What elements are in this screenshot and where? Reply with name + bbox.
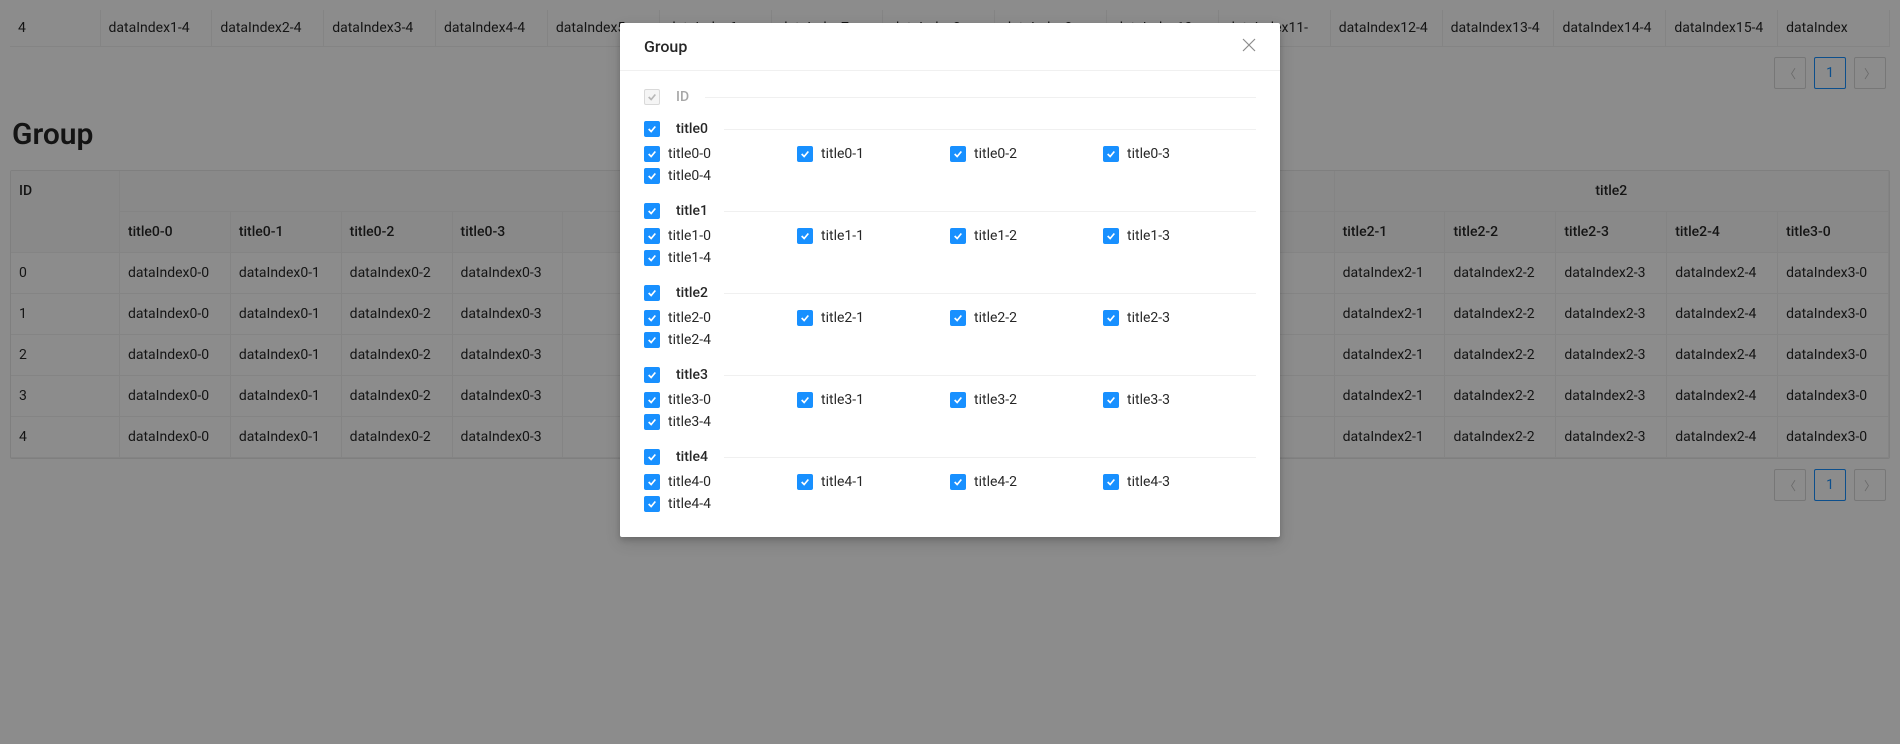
checkbox[interactable] — [644, 332, 660, 348]
checkbox-item[interactable]: title2-3 — [1103, 310, 1256, 326]
checkbox[interactable] — [644, 168, 660, 184]
checkbox[interactable] — [797, 310, 813, 326]
checkbox-item[interactable]: title1-3 — [1103, 228, 1256, 244]
checkbox-label: title2-1 — [821, 310, 864, 326]
checkbox[interactable] — [1103, 228, 1119, 244]
modal-title: Group — [644, 37, 687, 56]
checkbox[interactable] — [1103, 146, 1119, 162]
checkbox-item[interactable]: title1-0 — [644, 228, 797, 244]
checkbox[interactable] — [797, 146, 813, 162]
checkbox-label: title3-4 — [668, 414, 711, 430]
checkbox-group[interactable] — [644, 367, 660, 383]
checkbox-label: title1-2 — [974, 228, 1017, 244]
checkbox-group-label: title4 — [676, 449, 708, 465]
checkbox-label: title0-3 — [1127, 146, 1170, 162]
checkbox[interactable] — [950, 310, 966, 326]
checkbox-item[interactable]: title0-4 — [644, 168, 797, 184]
checkbox-label: title0-0 — [668, 146, 711, 162]
checkbox-label: title3-1 — [821, 392, 864, 408]
checkbox-label: title4-1 — [821, 474, 864, 490]
checkbox-group[interactable] — [644, 285, 660, 301]
checkbox[interactable] — [950, 474, 966, 490]
checkbox-item[interactable]: title2-1 — [797, 310, 950, 326]
checkbox[interactable] — [950, 392, 966, 408]
checkbox[interactable] — [644, 392, 660, 408]
divider — [724, 457, 1256, 458]
checkbox[interactable] — [644, 474, 660, 490]
divider — [724, 211, 1256, 212]
checkbox-label: title1-4 — [668, 250, 711, 266]
divider — [705, 97, 1256, 98]
checkbox-label: title2-0 — [668, 310, 711, 326]
checkbox-id — [644, 89, 660, 105]
checkbox[interactable] — [797, 474, 813, 490]
checkbox-group-label: title3 — [676, 367, 708, 383]
checkbox-group-label: title0 — [676, 121, 708, 137]
checkbox-item[interactable]: title3-4 — [644, 414, 797, 430]
checkbox-item[interactable]: title3-3 — [1103, 392, 1256, 408]
checkbox-item[interactable]: title4-4 — [644, 496, 797, 512]
checkbox-item[interactable]: title1-2 — [950, 228, 1103, 244]
checkbox-label: title4-0 — [668, 474, 711, 490]
checkbox-id-label: ID — [676, 89, 689, 105]
checkbox[interactable] — [1103, 474, 1119, 490]
checkbox-label: title3-0 — [668, 392, 711, 408]
checkbox-label: title4-3 — [1127, 474, 1170, 490]
checkbox-item[interactable]: title4-3 — [1103, 474, 1256, 490]
divider — [724, 293, 1256, 294]
checkbox-item[interactable]: title4-0 — [644, 474, 797, 490]
checkbox[interactable] — [950, 228, 966, 244]
modal-close-button[interactable] — [1242, 38, 1256, 55]
checkbox[interactable] — [1103, 392, 1119, 408]
checkbox-item[interactable]: title3-1 — [797, 392, 950, 408]
checkbox-group[interactable] — [644, 203, 660, 219]
checkbox-item[interactable]: title0-1 — [797, 146, 950, 162]
checkbox-group-label: title1 — [676, 203, 708, 219]
checkbox[interactable] — [797, 392, 813, 408]
checkbox-group[interactable] — [644, 121, 660, 137]
checkbox[interactable] — [797, 228, 813, 244]
checkbox-item[interactable]: title0-0 — [644, 146, 797, 162]
checkbox[interactable] — [644, 310, 660, 326]
checkbox-label: title1-3 — [1127, 228, 1170, 244]
checkbox-item[interactable]: title3-2 — [950, 392, 1103, 408]
checkbox-label: title4-2 — [974, 474, 1017, 490]
close-icon — [1242, 38, 1256, 52]
checkbox[interactable] — [644, 496, 660, 512]
checkbox-label: title2-3 — [1127, 310, 1170, 326]
group-modal: Group ID title0 title0-0 title0-1 title0-2 t… — [620, 23, 1280, 537]
checkbox-item[interactable]: title2-4 — [644, 332, 797, 348]
divider — [724, 375, 1256, 376]
checkbox-item[interactable]: title3-0 — [644, 392, 797, 408]
checkbox-label: title2-2 — [974, 310, 1017, 326]
checkbox[interactable] — [644, 146, 660, 162]
checkbox-item[interactable]: title4-2 — [950, 474, 1103, 490]
divider — [724, 129, 1256, 130]
checkbox-item[interactable]: title4-1 — [797, 474, 950, 490]
checkbox-label: title3-3 — [1127, 392, 1170, 408]
checkbox[interactable] — [644, 250, 660, 266]
checkbox-label: title2-4 — [668, 332, 711, 348]
checkbox-item[interactable]: title2-0 — [644, 310, 797, 326]
checkbox-label: title0-4 — [668, 168, 711, 184]
checkbox[interactable] — [1103, 310, 1119, 326]
checkbox-label: title1-1 — [821, 228, 864, 244]
checkbox-group-label: title2 — [676, 285, 708, 301]
checkbox[interactable] — [950, 146, 966, 162]
checkbox-item[interactable]: title0-2 — [950, 146, 1103, 162]
checkbox-label: title0-1 — [821, 146, 864, 162]
checkbox[interactable] — [644, 228, 660, 244]
checkbox[interactable] — [644, 414, 660, 430]
checkbox-item[interactable]: title1-1 — [797, 228, 950, 244]
checkbox-label: title4-4 — [668, 496, 711, 512]
checkbox-group[interactable] — [644, 449, 660, 465]
checkbox-item[interactable]: title2-2 — [950, 310, 1103, 326]
checkbox-label: title1-0 — [668, 228, 711, 244]
checkbox-label: title0-2 — [974, 146, 1017, 162]
checkbox-item[interactable]: title1-4 — [644, 250, 797, 266]
checkbox-label: title3-2 — [974, 392, 1017, 408]
checkbox-item[interactable]: title0-3 — [1103, 146, 1256, 162]
